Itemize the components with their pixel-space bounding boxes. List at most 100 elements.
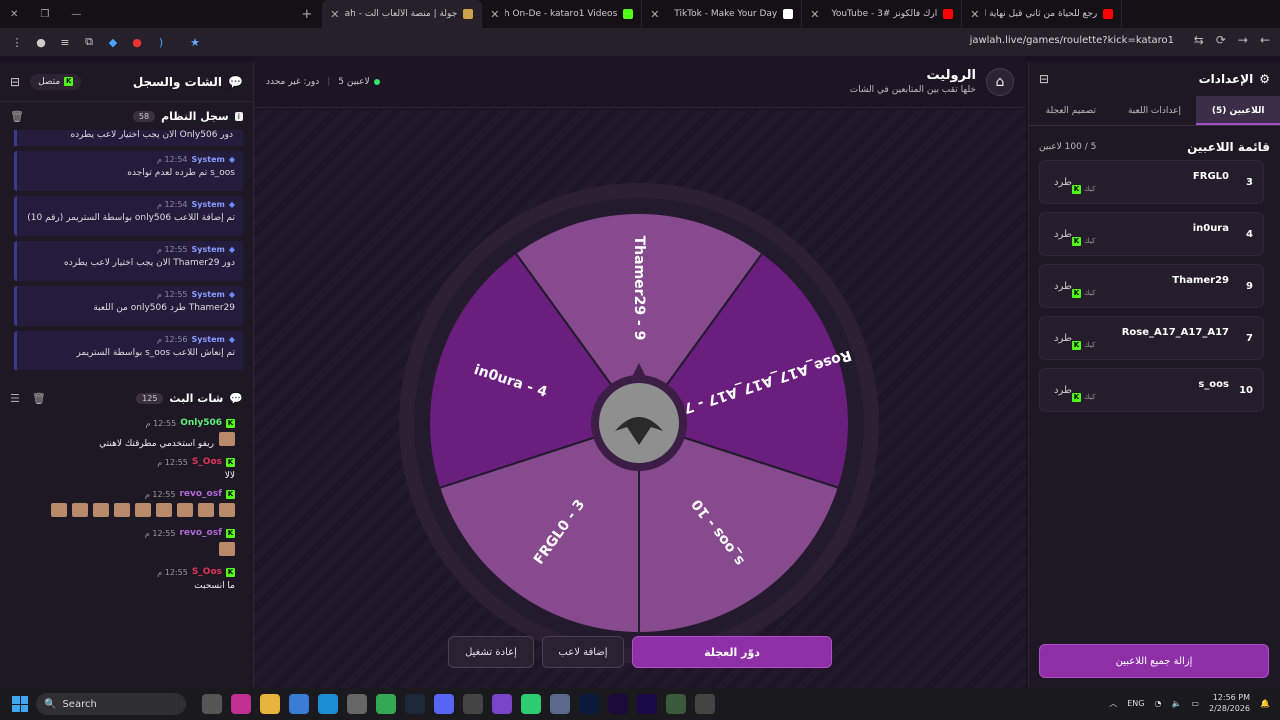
kick-player-button[interactable]: طرد xyxy=(1050,177,1072,188)
taskbar-search-label: Search xyxy=(62,698,97,710)
system-message-text: دور Only506 الان يجب اختيار لاعب يطرده xyxy=(70,130,233,140)
window-controls: ✕ ❐ — xyxy=(0,9,91,20)
align-icon[interactable]: ☰ xyxy=(10,392,20,405)
collapse-panel-icon[interactable]: ⊟ xyxy=(1039,72,1049,86)
close-tab-icon[interactable]: ✕ xyxy=(650,8,659,21)
trash-icon[interactable]: 🗑 xyxy=(32,392,46,405)
bookmark-star-icon[interactable]: ★ xyxy=(188,35,202,49)
notification-icon[interactable]: 🔔 xyxy=(1260,699,1270,708)
turn-indicator: دور: غير محدد xyxy=(266,76,320,87)
chat-username[interactable]: Only506 xyxy=(180,418,222,428)
kick-player-button[interactable]: طرد xyxy=(1050,229,1072,240)
tab-players[interactable]: اللاعبين (5) xyxy=(1196,96,1280,125)
steam-icon[interactable] xyxy=(405,694,425,714)
kick-icon: K xyxy=(226,567,235,577)
kick-player-button[interactable]: طرد xyxy=(1050,333,1072,344)
app-icon[interactable] xyxy=(550,694,570,714)
mail-icon[interactable] xyxy=(318,694,338,714)
close-tab-icon[interactable]: ✕ xyxy=(810,8,819,21)
game-header: دور: غير محدد | 5 لاعبين الروليت خلها تق… xyxy=(254,56,1026,108)
chevron-up-icon[interactable]: ︿ xyxy=(1109,698,1117,709)
app-icon[interactable] xyxy=(521,694,541,714)
favicon-icon xyxy=(1103,9,1114,19)
close-tab-icon[interactable]: ✕ xyxy=(490,8,499,21)
back-icon[interactable]: ← xyxy=(1260,33,1270,47)
spin-wheel-button[interactable]: دوّر العجلة xyxy=(632,636,832,668)
extension-icon[interactable]: ◆ xyxy=(106,35,120,49)
close-tab-icon[interactable]: ✕ xyxy=(330,8,339,21)
player-number: 7 xyxy=(1246,332,1253,344)
chat-username[interactable]: revo_osf xyxy=(179,489,222,499)
home-icon[interactable]: ⌂ xyxy=(986,67,1014,96)
tab-game-settings[interactable]: إعدادات اللعبة xyxy=(1113,96,1197,125)
windows-start-icon[interactable] xyxy=(12,696,28,712)
photoshop-icon[interactable] xyxy=(579,694,599,714)
player-row: 10 s_oos كيك K طرد xyxy=(1039,368,1264,412)
emote-icon xyxy=(51,503,67,517)
browser-tab[interactable]: ✕ جولة | منصة الألعاب الت - Jawlah xyxy=(322,0,483,28)
kick-icon: K xyxy=(64,77,74,86)
language-indicator[interactable]: ENG xyxy=(1127,699,1144,708)
kick-player-button[interactable]: طرد xyxy=(1050,281,1072,292)
system-message-text: Thamer29 طرد only506 من اللعبة xyxy=(93,303,235,313)
app-icon[interactable] xyxy=(492,694,512,714)
obs-icon[interactable] xyxy=(463,694,483,714)
players-count: 5 لاعبين xyxy=(338,76,370,87)
trash-icon[interactable]: 🗑 xyxy=(10,110,24,123)
browser-tab[interactable]: ✕ TikTok - Make Your Day xyxy=(642,0,803,28)
chat-username[interactable]: S_Oos xyxy=(192,457,222,467)
roulette-wheel[interactable]: Thamer29 - 9 Rose_A17_A17_A17 - 7 s_oos - … xyxy=(399,183,879,663)
extension-icon[interactable]: ● xyxy=(34,35,48,49)
restart-button[interactable]: إعادة تشغيل xyxy=(448,636,534,668)
app-icon[interactable] xyxy=(695,694,715,714)
forward-icon[interactable]: → xyxy=(1238,33,1248,47)
volume-icon[interactable]: 🔈 xyxy=(1171,699,1181,708)
extension-icon[interactable]: ) xyxy=(154,35,168,49)
add-player-button[interactable]: إضافة لاعب xyxy=(542,636,624,668)
system-message-text: تم إنعاش اللاعب s_oos بواسطة الستريمر xyxy=(76,348,235,358)
collapse-panel-icon[interactable]: ⊟ xyxy=(10,75,20,89)
chat-username[interactable]: revo_osf xyxy=(179,528,222,538)
wifi-icon[interactable]: ◔ xyxy=(1154,699,1161,708)
after-effects-icon[interactable] xyxy=(637,694,657,714)
restore-window-icon[interactable]: ❐ xyxy=(40,9,49,20)
menu-icon[interactable]: ⋮ xyxy=(10,35,24,49)
minimize-window-icon[interactable]: — xyxy=(71,9,81,20)
file-explorer-icon[interactable] xyxy=(260,694,280,714)
browser-tab[interactable]: ✕ رجع للحياة من ثاني قبل نهاية الع xyxy=(962,0,1123,28)
address-bar[interactable]: jawlah.live/games/roulette?kick=kataro1 xyxy=(970,35,1174,46)
info-icon: i xyxy=(234,111,243,121)
reload-icon[interactable]: ⟳ xyxy=(1216,33,1226,47)
puzzle-icon[interactable]: ⧉ xyxy=(82,35,96,49)
kick-icon: K xyxy=(1071,392,1081,402)
extension-icon[interactable]: ≡ xyxy=(58,35,72,49)
chat-username[interactable]: S_Oos xyxy=(192,567,222,577)
close-tab-icon[interactable]: ✕ xyxy=(970,8,979,21)
chrome-icon[interactable] xyxy=(376,694,396,714)
site-settings-icon[interactable]: ⇆ xyxy=(1194,33,1204,47)
discord-icon[interactable] xyxy=(434,694,454,714)
extension-icon[interactable]: ● xyxy=(130,35,144,49)
taskbar-search[interactable]: 🔍 Search xyxy=(36,693,186,715)
task-view-icon[interactable] xyxy=(202,694,222,714)
close-window-icon[interactable]: ✕ xyxy=(10,9,18,20)
settings-app-icon[interactable] xyxy=(347,694,367,714)
remove-all-players-button[interactable]: إزالة جميع اللاعبين xyxy=(1039,644,1269,678)
player-row: 3 FRGL0 كيك K طرد xyxy=(1039,160,1264,204)
new-tab-button[interactable]: + xyxy=(291,7,322,22)
kick-player-button[interactable]: طرد xyxy=(1050,385,1072,396)
premiere-icon[interactable] xyxy=(608,694,628,714)
taskbar: 🔍 Search ︿ ENG ◔ 🔈 ▭ 12:56 PM 2/28/2026 🔔 xyxy=(0,688,1280,720)
store-icon[interactable] xyxy=(289,694,309,714)
battery-icon[interactable]: ▭ xyxy=(1191,699,1199,708)
players-list-count: 5 / 100 لاعبين xyxy=(1039,142,1097,152)
app-icon[interactable] xyxy=(231,694,251,714)
emote-icon xyxy=(114,503,130,517)
player-source: كيك xyxy=(1083,288,1096,297)
favicon-icon xyxy=(943,9,954,19)
browser-tab[interactable]: ✕ Watch On-De - katarо1 Videos xyxy=(482,0,643,28)
app-icon[interactable] xyxy=(666,694,686,714)
browser-tab[interactable]: ✕ أرك فالكونز #3 - YouTube xyxy=(802,0,963,28)
clock[interactable]: 12:56 PM 2/28/2026 xyxy=(1209,692,1250,714)
tab-wheel-design[interactable]: تصميم العجلة xyxy=(1029,96,1113,125)
